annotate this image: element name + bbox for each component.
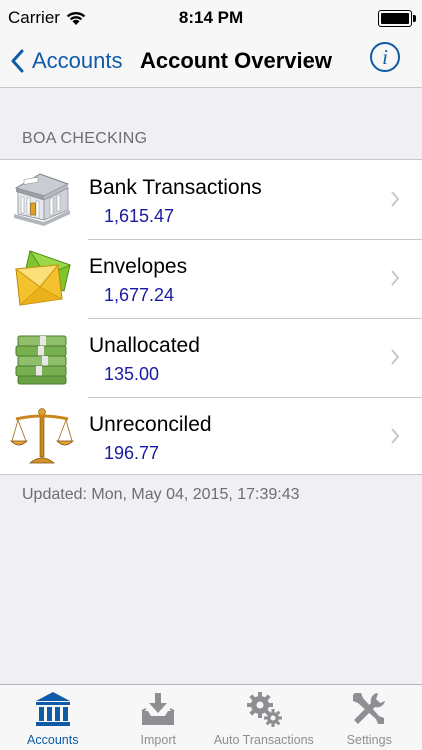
bank-icon (35, 692, 70, 726)
row-title: Envelopes (89, 255, 188, 278)
tab-import[interactable]: Import (106, 685, 212, 750)
last-updated-text: Updated: Mon, May 04, 2015, 17:39:43 (22, 486, 300, 503)
account-overview-list: Bank Transactions 1,615.47 Envelopes 1,6… (0, 159, 422, 475)
info-button[interactable]: i (370, 42, 400, 72)
navigation-bar: Accounts Account Overview i (0, 40, 422, 88)
import-tray-icon (141, 693, 175, 725)
tools-icon (353, 693, 386, 724)
row-amount: 1,677.24 (104, 285, 175, 305)
tab-bar: Accounts Import Auto Transactions Settin… (0, 684, 422, 750)
tab-accounts[interactable]: Accounts (0, 685, 106, 750)
back-button-label: Accounts (32, 48, 123, 73)
envelope-icon (14, 250, 72, 306)
row-amount: 196.77 (104, 443, 160, 463)
envelopes-row[interactable]: Envelopes 1,677.24 (0, 239, 422, 318)
tab-settings[interactable]: Settings (317, 685, 422, 750)
tab-label: Import (140, 733, 176, 747)
chevron-left-icon (11, 49, 24, 73)
chevron-right-icon (391, 191, 400, 207)
info-icon: i (382, 44, 388, 69)
status-time: 8:14 PM (178, 8, 244, 27)
back-button[interactable]: Accounts (10, 44, 123, 78)
chevron-right-icon (391, 270, 400, 286)
row-title: Unreconciled (89, 413, 212, 436)
bank-transactions-row[interactable]: Bank Transactions 1,615.47 (0, 160, 422, 239)
unallocated-row[interactable]: Unallocated 135.00 (0, 318, 422, 397)
battery-fill (381, 13, 409, 24)
tab-label: Settings (346, 733, 392, 747)
money-stack-icon (15, 335, 67, 385)
row-amount: 135.00 (104, 364, 160, 384)
page-title: Account Overview (140, 48, 332, 73)
chevron-right-icon (391, 428, 400, 444)
unreconciled-row[interactable]: Unreconciled 196.77 (0, 397, 422, 476)
tab-label: Auto Transactions (213, 733, 314, 747)
status-bar: Carrier 8:14 PM (0, 0, 422, 40)
battery-icon (378, 10, 416, 27)
bank-building-icon (14, 173, 70, 226)
scales-icon (10, 408, 74, 464)
row-title: Unallocated (89, 334, 200, 357)
row-amount: 1,615.47 (104, 206, 175, 226)
tab-auto-transactions[interactable]: Auto Transactions (211, 685, 317, 750)
section-header: BOA CHECKING (22, 130, 148, 147)
gears-icon (246, 692, 282, 727)
tab-label: Accounts (27, 733, 79, 747)
chevron-right-icon (391, 349, 400, 365)
row-title: Bank Transactions (89, 176, 262, 199)
